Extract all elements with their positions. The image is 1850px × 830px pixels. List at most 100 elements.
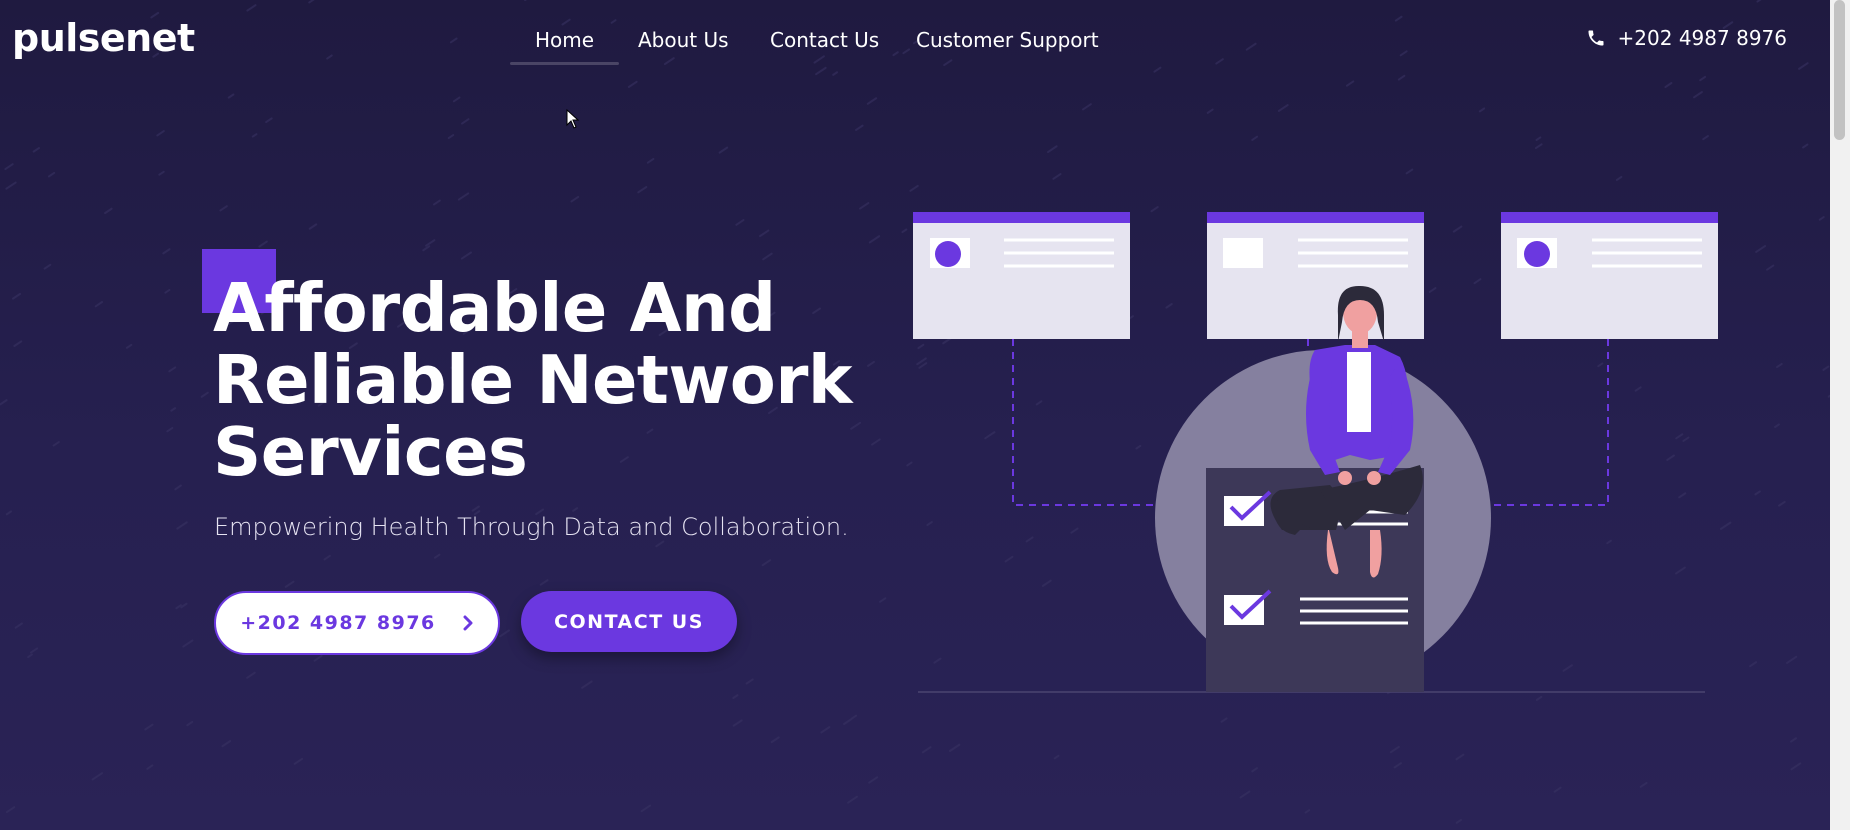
rain-streak [1534,143,1543,150]
profile-card-3 [1501,212,1718,339]
rain-streak [572,507,579,512]
rain-streak [762,252,773,261]
rain-streak [1639,781,1648,788]
hero-illustration [913,212,1718,693]
rain-streak [91,772,104,781]
rain-streak [27,653,33,659]
rain-streak [1699,75,1707,82]
rain-streak [646,157,655,164]
rain-streak [32,147,40,153]
rain-streak [1790,762,1802,771]
rain-streak [820,726,831,734]
rain-streak [1397,74,1406,81]
rain-streak [174,484,182,491]
rain-streak [943,59,953,67]
rain-streak [251,133,258,138]
rain-streak [892,51,899,57]
rain-streak [847,795,858,804]
rain-streak [170,407,177,412]
rain-streak [221,740,232,748]
rain-streak [859,202,870,210]
rain-streak [1304,809,1311,814]
scrollbar[interactable] [1830,0,1850,830]
rain-streak [422,245,431,252]
rain-streak [1664,82,1673,89]
rain-streak [1251,135,1259,141]
rain-streak [832,71,839,76]
phone-icon [1588,30,1604,46]
rain-streak [1615,175,1623,181]
rain-streak [156,130,165,137]
rain-streak [323,554,331,561]
rain-streak [561,18,571,26]
rain-streak [460,251,473,260]
nav-item-customer-support[interactable]: Customer Support [916,28,1099,52]
rain-streak [1756,0,1762,3]
contact-us-button[interactable]: CONTACT US [521,591,737,652]
rain-streak [1220,717,1228,723]
nav-item-about-us[interactable]: About Us [638,28,729,52]
rain-streak [850,714,858,720]
rain-streak [29,647,39,654]
call-button[interactable]: +202 4987 8976 [214,591,500,655]
rain-streak [1790,737,1798,743]
rain-streak [1399,50,1408,57]
rain-streak [326,54,333,60]
rain-streak [471,505,480,512]
rain-streak [461,118,470,125]
rain-streak [866,97,878,105]
hero-title-line: Reliable Network [213,341,852,419]
rain-streak [146,764,154,770]
rain-streak [1153,66,1162,73]
nav-item-home[interactable]: Home [509,28,620,65]
header-phone-number: +202 4987 8976 [1617,26,1787,50]
rain-streak [0,399,8,406]
rain-streak [175,604,182,610]
rain-streak [813,55,825,64]
rain-streak [610,19,617,24]
rain-streak [1245,42,1257,51]
rain-streak [627,80,638,88]
rain-streak [47,171,56,178]
rain-streak [186,720,194,727]
rain-streak [308,223,318,230]
rain-streak [1455,818,1463,824]
rain-streak [104,207,113,215]
rain-streak [1798,62,1809,70]
hero-title: Affordable And Reliable Network Services [213,272,913,488]
rain-streak [640,804,652,813]
rain-streak [452,96,461,103]
rain-streak [1345,80,1355,87]
rain-streak [11,292,22,300]
landing-page: pulsenet Home About Us Contact Us Custom… [0,0,1850,830]
scrollbar-thumb[interactable] [1834,0,1845,140]
rain-streak [948,743,961,753]
rain-streak [1455,753,1465,761]
rain-streak [168,366,177,373]
rain-streak [655,540,665,548]
logo[interactable]: pulsenet [12,16,195,60]
rain-streak [1818,216,1825,221]
rain-streak [162,248,171,255]
rain-streak [246,4,257,12]
rain-streak [1754,490,1761,496]
rain-streak [5,806,16,814]
rain-streak [180,602,188,609]
rain-streak [125,343,133,349]
call-button-label: +202 4987 8976 [240,612,436,634]
rain-streak [1774,423,1780,428]
rain-streak [1082,103,1092,111]
rain-streak [815,66,827,76]
rain-streak [52,441,60,447]
rain-streak [1749,661,1758,668]
rain-streak [313,654,323,662]
rain-streak [219,205,228,212]
rain-streak [1778,500,1786,507]
rain-streak [433,199,441,206]
header-phone[interactable]: +202 4987 8976 [1586,26,1787,50]
nav-item-contact-us[interactable]: Contact Us [770,28,879,52]
rain-streak [745,678,754,685]
rain-streak [735,219,745,226]
rain-streak [1393,762,1402,769]
rain-streak [308,0,315,4]
